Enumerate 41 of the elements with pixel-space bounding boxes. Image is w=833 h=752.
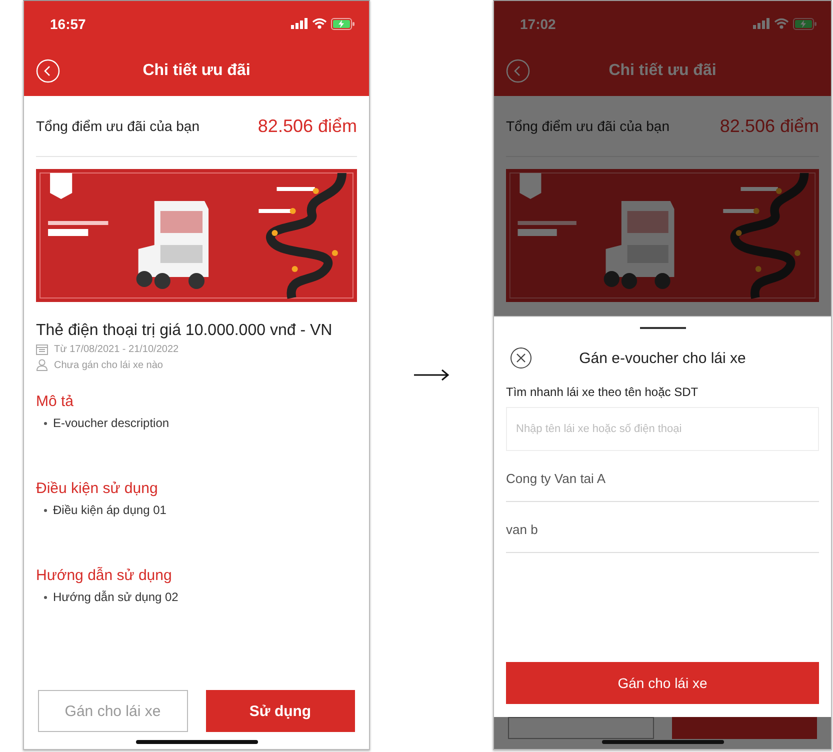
wifi-icon xyxy=(774,18,789,29)
points-label: Tổng điểm ưu đãi của bạn xyxy=(506,118,670,134)
section-heading: Điều kiện sử dụng xyxy=(36,480,159,497)
battery-charging-icon xyxy=(793,18,817,30)
calendar-icon xyxy=(36,344,48,355)
battery-charging-icon xyxy=(331,18,355,30)
assign-driver-button[interactable]: Gán cho lái xe xyxy=(506,662,819,704)
header-title: Chi tiết ưu đãi xyxy=(142,62,250,80)
header-title: Chi tiết ưu đãi xyxy=(608,62,716,80)
driver-item[interactable]: van b xyxy=(506,502,819,553)
use-button[interactable]: Sử dụng xyxy=(206,690,355,732)
arrow-icon xyxy=(414,369,450,381)
points-label: Tổng điểm ưu đãi của bạn xyxy=(36,118,200,134)
section-item: Hướng dẫn sử dụng 02 xyxy=(53,590,178,604)
bullet-dot xyxy=(44,508,47,512)
signal-icon xyxy=(753,18,770,29)
assign-driver-button[interactable]: Gán cho lái xe xyxy=(38,690,188,732)
driver-item[interactable]: Cong ty Van tai A xyxy=(506,451,819,502)
status-time: 17:02 xyxy=(520,16,556,32)
assignee-text: Chưa gán cho lái xe nào xyxy=(54,360,163,370)
back-icon[interactable] xyxy=(506,59,530,83)
validity-text: Từ 17/08/2021 - 21/10/2022 xyxy=(54,344,179,355)
search-field[interactable]: Nhập tên lái xe hoặc số điện thoại xyxy=(506,407,819,451)
points-value: 82.506 điểm xyxy=(720,116,819,136)
points-value: 82.506 điểm xyxy=(258,116,357,136)
bullet-dot xyxy=(44,422,47,424)
status-time: 16:57 xyxy=(50,16,86,32)
signal-icon xyxy=(291,18,308,29)
section-heading: Hướng dẫn sử dụng xyxy=(36,567,173,584)
search-label: Tìm nhanh lái xe theo tên hoặc SDT xyxy=(506,385,700,399)
close-icon[interactable] xyxy=(510,347,532,369)
sheet-title: Gán e-voucher cho lái xe xyxy=(579,350,746,366)
person-icon xyxy=(36,359,48,371)
wifi-icon xyxy=(312,18,327,29)
section-item: Điều kiện áp dụng 01 xyxy=(53,503,166,517)
section-heading: Mô tả xyxy=(36,393,75,410)
voucher-title: Thẻ điện thoại trị giá 10.000.000 vnđ - VN xyxy=(36,322,334,340)
bullet-dot xyxy=(44,596,47,598)
back-icon[interactable] xyxy=(36,59,60,83)
section-item: E-voucher description xyxy=(53,416,170,430)
sheet-handle[interactable] xyxy=(640,327,686,329)
